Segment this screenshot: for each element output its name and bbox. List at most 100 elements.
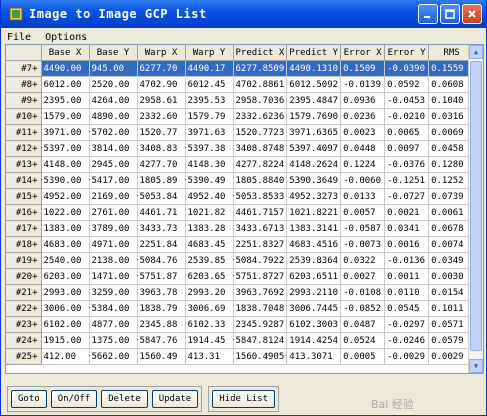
table-cell[interactable]: 6012.00	[41, 76, 90, 93]
goto-button[interactable]: Goto	[11, 390, 47, 408]
col-header[interactable]: Predict X	[233, 45, 288, 61]
table-cell[interactable]: 1375.00	[89, 332, 138, 349]
col-header[interactable]: Warp X	[137, 45, 186, 61]
col-header[interactable]: Error Y	[384, 45, 430, 61]
table-cell[interactable]: 2945.00	[89, 156, 138, 173]
table-cell[interactable]: 1560.4905	[233, 348, 288, 365]
table-cell[interactable]: 1579.00	[41, 108, 90, 125]
table-row[interactable]: #7+ 4490.00 945.00 6277.70 4490.17 6277.8509 4…	[6, 60, 476, 77]
row-header[interactable]: #25+	[6, 348, 42, 365]
col-header[interactable]: Warp Y	[185, 45, 234, 61]
row-header[interactable]: #12+	[6, 140, 42, 157]
table-cell[interactable]: 4490.00	[41, 60, 90, 77]
table-row[interactable]: #15+ 4952.00 2169.00 5053.84 4952.40 5053.853…	[6, 188, 476, 205]
table-cell[interactable]: 2395.53	[185, 92, 234, 109]
scroll-down-icon[interactable]: ▼	[469, 359, 483, 373]
table-cell[interactable]: 5702.00	[89, 124, 138, 141]
table-cell[interactable]: 2332.60	[137, 108, 186, 125]
table-cell[interactable]: 1383.00	[41, 220, 90, 237]
row-header[interactable]: #14+	[6, 172, 42, 189]
table-cell[interactable]: 4683.00	[41, 236, 90, 253]
table-cell[interactable]: 3006.00	[41, 300, 90, 317]
table-cell[interactable]: 2395.4847	[286, 92, 342, 109]
table-cell[interactable]: 4702.90	[137, 76, 186, 93]
table-cell[interactable]: 1022.00	[41, 204, 90, 221]
row-header[interactable]: #19+	[6, 252, 42, 269]
table-cell[interactable]: 5397.4097	[286, 140, 342, 157]
table-cell[interactable]: 1805.89	[137, 172, 186, 189]
table-cell[interactable]: -0.0029	[384, 348, 430, 365]
table-cell[interactable]: 5384.00	[89, 300, 138, 317]
table-cell[interactable]: 1805.8840	[233, 172, 288, 189]
close-button[interactable]	[462, 4, 482, 24]
table-cell[interactable]: 0.0487	[340, 316, 386, 333]
onoff-button[interactable]: On/Off	[50, 390, 98, 408]
table-cell[interactable]: 0.0341	[384, 220, 430, 237]
table-cell[interactable]: 5053.8533	[233, 188, 288, 205]
table-cell[interactable]: 1914.45	[185, 332, 234, 349]
table-cell[interactable]: 1520.7723	[233, 124, 288, 141]
gcp-table-container[interactable]: Base X Base Y Warp X Warp Y Predict X Pr…	[5, 44, 484, 374]
table-cell[interactable]: 2251.84	[137, 236, 186, 253]
table-row[interactable]: #11+ 3971.00 5702.00 1520.77 3971.63 1520.772…	[6, 124, 476, 141]
table-cell[interactable]: -0.1251	[384, 172, 430, 189]
table-cell[interactable]: 2993.2110	[286, 284, 342, 301]
table-cell[interactable]: 6203.00	[41, 268, 90, 285]
table-cell[interactable]: 5751.87	[137, 268, 186, 285]
table-cell[interactable]: -0.0073	[340, 236, 386, 253]
table-cell[interactable]: 4952.3273	[286, 188, 342, 205]
table-cell[interactable]: -0.0453	[384, 92, 430, 109]
table-cell[interactable]: 0.0524	[340, 332, 386, 349]
table-cell[interactable]: 0.0016	[384, 236, 430, 253]
table-cell[interactable]: 2520.00	[89, 76, 138, 93]
table-cell[interactable]: 1838.7048	[233, 300, 288, 317]
table-cell[interactable]: 5662.00	[89, 348, 138, 365]
table-row[interactable]: #25+ 412.00 5662.00 1560.49 413.31 1560.4905 4…	[6, 348, 476, 365]
table-cell[interactable]: 945.00	[89, 60, 138, 77]
table-row[interactable]: #14+ 5390.00 5417.00 1805.89 5390.49 1805.884…	[6, 172, 476, 189]
table-cell[interactable]: 2993.00	[41, 284, 90, 301]
row-header[interactable]: #10+	[6, 108, 42, 125]
table-cell[interactable]: -0.0136	[384, 252, 430, 269]
table-cell[interactable]: 0.0027	[340, 268, 386, 285]
title-bar[interactable]: Image to Image GCP List	[1, 0, 486, 28]
table-row[interactable]: #16+ 1022.00 2761.00 4461.71 1021.82 4461.715…	[6, 204, 476, 221]
table-cell[interactable]: 3789.00	[89, 220, 138, 237]
row-header[interactable]: #9+	[6, 92, 42, 109]
table-cell[interactable]: 2345.9287	[233, 316, 288, 333]
row-header[interactable]: #17+	[6, 220, 42, 237]
table-cell[interactable]: 0.0065	[384, 124, 430, 141]
table-cell[interactable]: 3963.7692	[233, 284, 288, 301]
table-cell[interactable]: 3408.8748	[233, 140, 288, 157]
table-cell[interactable]: 1520.77	[137, 124, 186, 141]
table-row[interactable]: #21+ 2993.00 3259.00 3963.78 2993.20 3963.769…	[6, 284, 476, 301]
row-header[interactable]: #20+	[6, 268, 42, 285]
table-row[interactable]: #8+ 6012.00 2520.00 4702.90 6012.45 4702.8861…	[6, 76, 476, 93]
table-cell[interactable]: -0.0246	[384, 332, 430, 349]
table-cell[interactable]: 3006.7445	[286, 300, 342, 317]
table-row[interactable]: #23+ 6102.00 4877.00 2345.88 6102.33 2345.928…	[6, 316, 476, 333]
table-cell[interactable]: 5084.7922	[233, 252, 288, 269]
row-header[interactable]: #21+	[6, 284, 42, 301]
table-cell[interactable]: 0.1224	[340, 156, 386, 173]
col-header[interactable]: Error X	[340, 45, 386, 61]
table-cell[interactable]: 6203.6511	[286, 268, 342, 285]
scroll-up-icon[interactable]: ▲	[469, 45, 483, 59]
table-cell[interactable]: 412.00	[41, 348, 90, 365]
table-cell[interactable]: 5847.76	[137, 332, 186, 349]
table-cell[interactable]: 5397.38	[185, 140, 234, 157]
table-cell[interactable]: 0.1509	[340, 60, 386, 77]
table-cell[interactable]: 3433.73	[137, 220, 186, 237]
table-row[interactable]: #24+ 1915.00 1375.00 5847.76 1914.45 5847.812…	[6, 332, 476, 349]
table-cell[interactable]: -0.0139	[340, 76, 386, 93]
table-row[interactable]: #19+ 2540.00 2138.00 5084.76 2539.85 5084.792…	[6, 252, 476, 269]
table-cell[interactable]: 5390.49	[185, 172, 234, 189]
maximize-button[interactable]	[440, 4, 460, 24]
table-cell[interactable]: 0.0110	[384, 284, 430, 301]
table-cell[interactable]: 3971.00	[41, 124, 90, 141]
table-cell[interactable]: 5053.84	[137, 188, 186, 205]
table-cell[interactable]: 3408.83	[137, 140, 186, 157]
table-cell[interactable]: 1021.8221	[286, 204, 342, 221]
table-cell[interactable]: -0.0210	[384, 108, 430, 125]
table-cell[interactable]: 1560.49	[137, 348, 186, 365]
